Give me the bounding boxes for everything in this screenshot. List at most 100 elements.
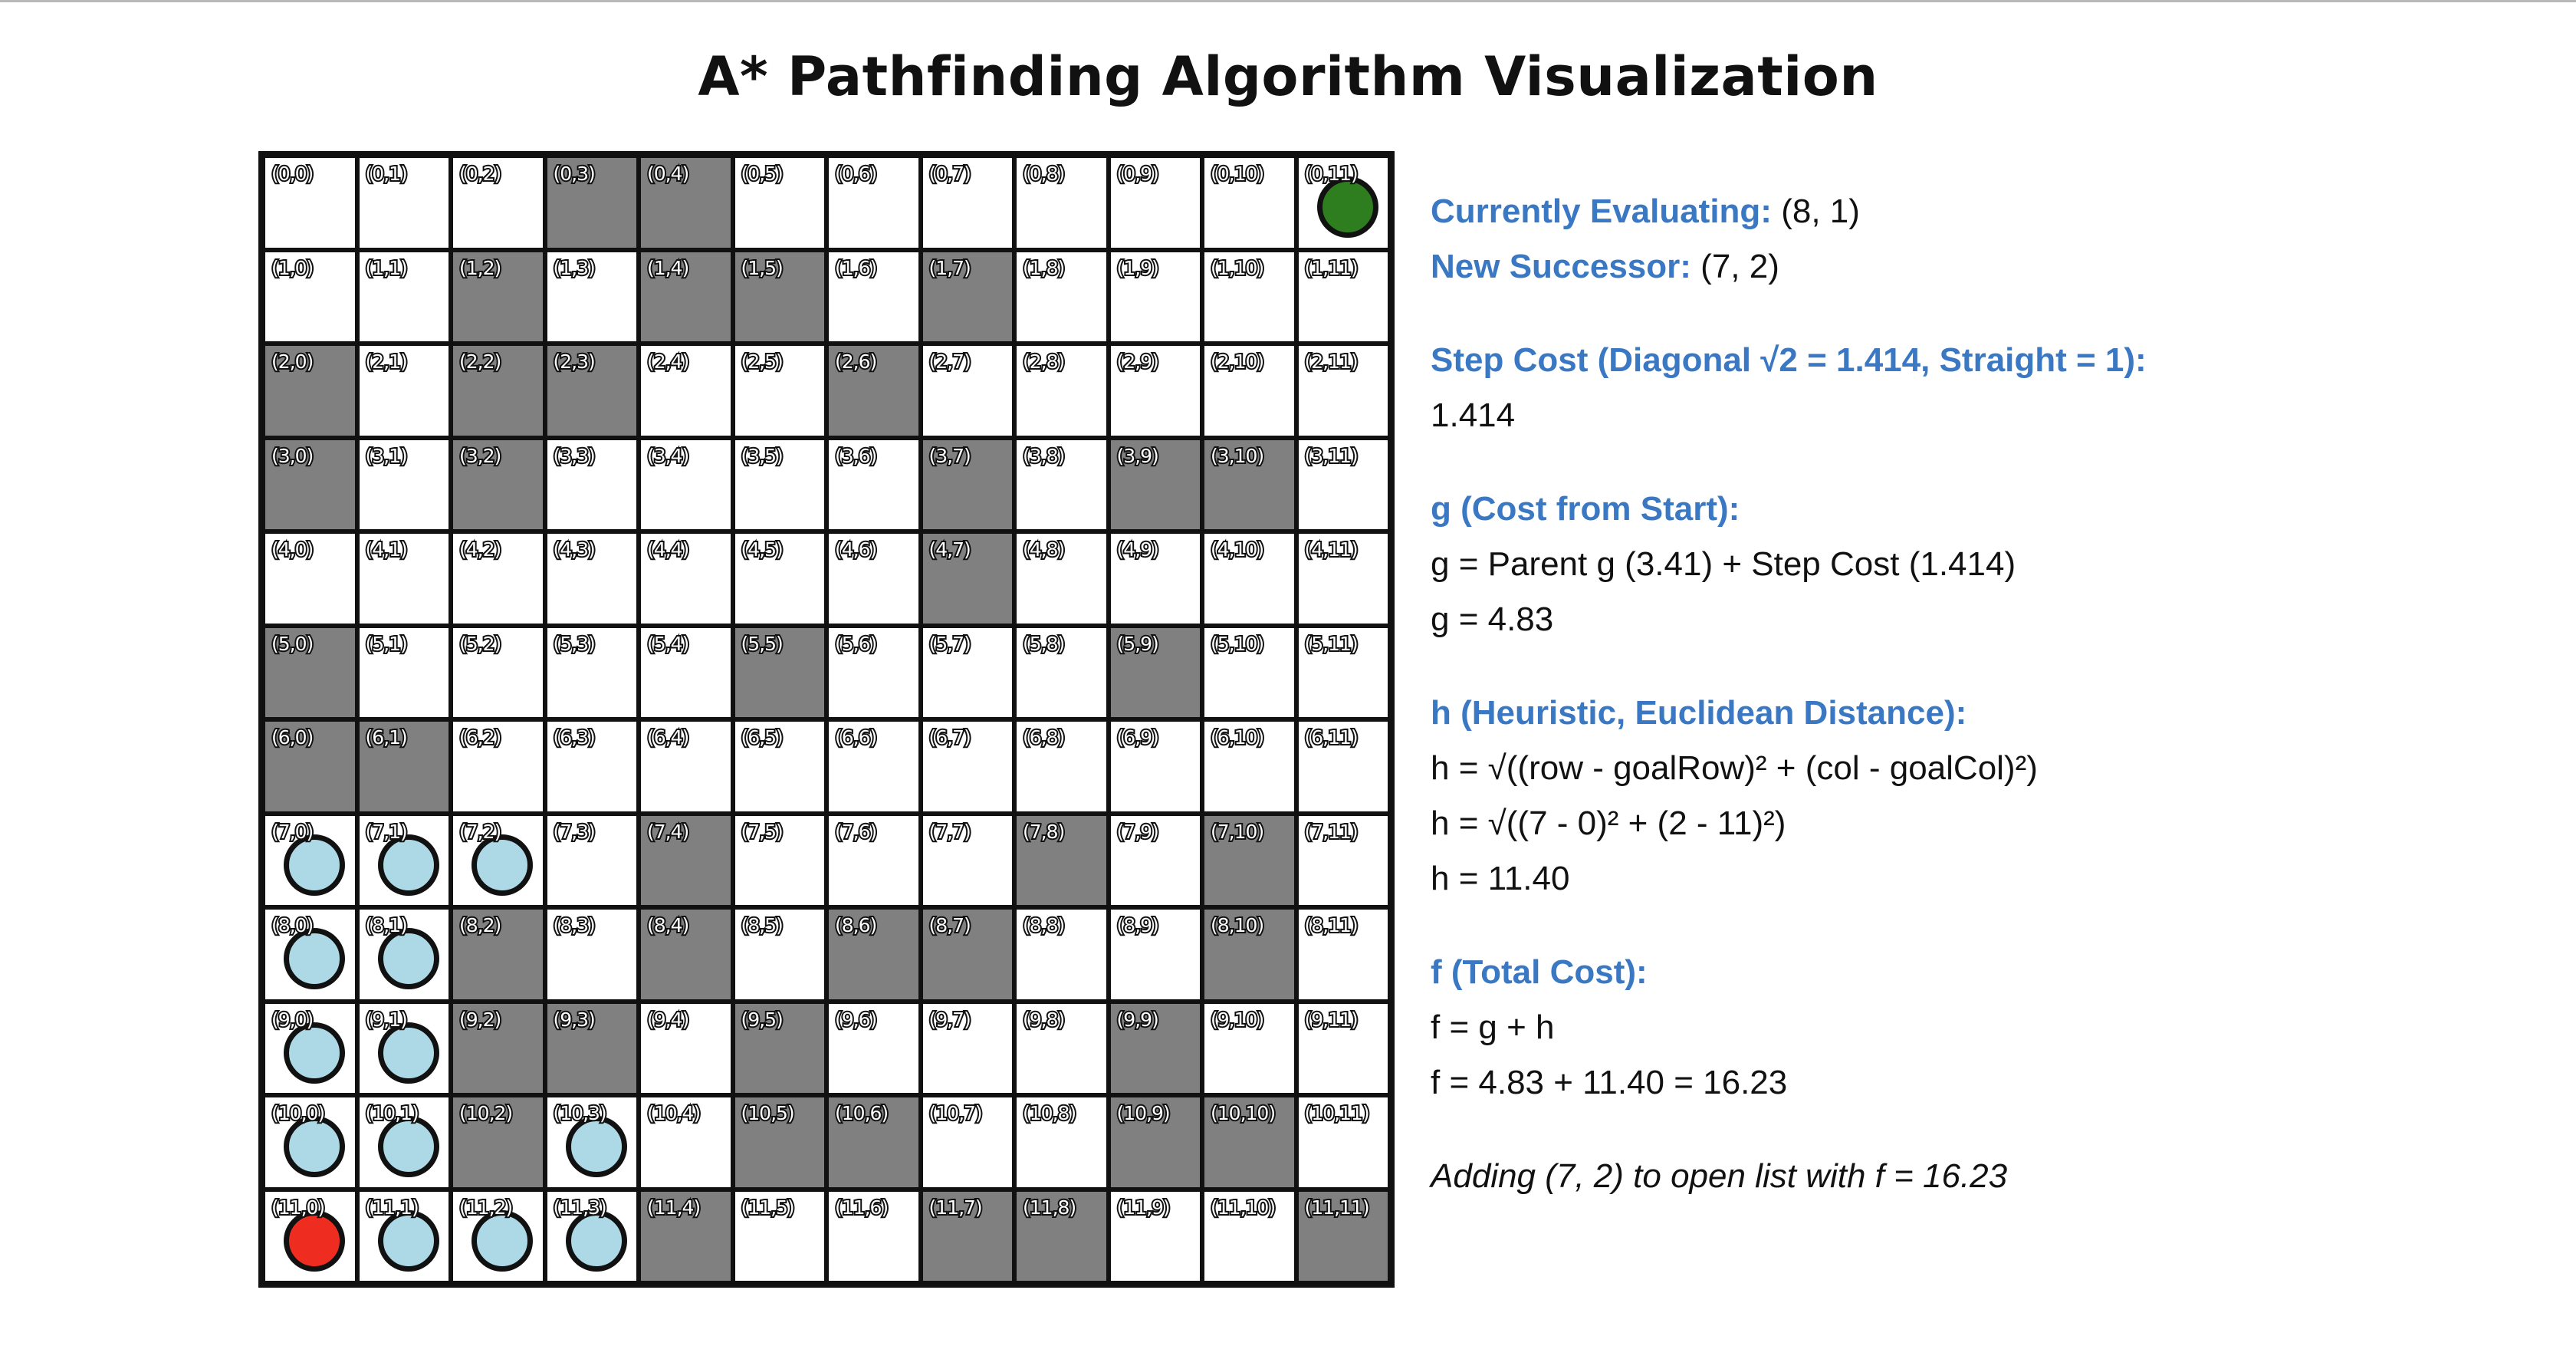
cell-coordinate-label: (3,0) <box>270 443 315 469</box>
grid-cell: (8,5) <box>732 907 826 1002</box>
grid-cell: (2,4) <box>639 344 733 438</box>
cell-coordinate-label: (5,5) <box>739 631 784 656</box>
grid-cell: (0,0) <box>263 156 357 250</box>
cell-coordinate-label: (11,0) <box>270 1195 327 1220</box>
cell-coordinate-label: (2,1) <box>363 349 409 374</box>
open-list-node <box>472 834 533 896</box>
grid-cell: (4,1) <box>356 531 451 626</box>
cell-coordinate-label: (7,1) <box>363 819 409 844</box>
grid-cell: (4,9) <box>1108 531 1202 626</box>
grid-cell: (1,1) <box>356 249 451 344</box>
grid-cell: (6,9) <box>1108 719 1202 814</box>
cell-coordinate-label: (2,6) <box>833 349 879 374</box>
grid-cell: (3,11) <box>1296 437 1390 531</box>
open-list-node <box>472 1209 533 1272</box>
grid-cell: (5,4) <box>639 625 733 719</box>
cell-coordinate-label: (4,10) <box>1209 537 1266 562</box>
grid-cell: (3,4) <box>639 437 733 531</box>
grid-cell: (7,1) <box>356 813 451 907</box>
grid-cell: (6,3) <box>544 719 639 814</box>
cell-coordinate-label: (6,9) <box>1115 725 1160 750</box>
cell-coordinate-label: (6,3) <box>551 725 596 750</box>
cell-coordinate-label: (0,10) <box>1209 161 1266 186</box>
cell-coordinate-label: (11,2) <box>458 1195 514 1220</box>
cell-coordinate-label: (2,4) <box>646 349 691 374</box>
cell-coordinate-label: (10,7) <box>927 1101 984 1126</box>
cell-coordinate-label: (6,10) <box>1209 725 1266 750</box>
grid-cell: (11,1) <box>356 1189 451 1283</box>
cell-coordinate-label: (1,11) <box>1303 255 1359 281</box>
grid-cell: (2,7) <box>920 344 1014 438</box>
cell-coordinate-label: (6,11) <box>1303 725 1359 750</box>
cell-coordinate-label: (3,5) <box>739 443 784 469</box>
cell-coordinate-label: (11,3) <box>551 1195 608 1220</box>
grid-cell: (3,7) <box>920 437 1014 531</box>
grid-cell: (5,3) <box>544 625 639 719</box>
grid-cell: (8,9) <box>1108 907 1202 1002</box>
cell-coordinate-label: (8,6) <box>833 913 879 938</box>
new-successor-row: New Successor: (7, 2) <box>1431 245 1779 288</box>
cell-coordinate-label: (9,7) <box>927 1007 972 1032</box>
grid-cell: (3,10) <box>1202 437 1296 531</box>
grid-cell: (10,6) <box>826 1095 921 1190</box>
grid-cell: (0,8) <box>1014 156 1109 250</box>
cell-coordinate-label: (10,10) <box>1209 1101 1277 1126</box>
grid-cell: (8,6) <box>826 907 921 1002</box>
open-list-node <box>377 1022 439 1084</box>
grid-cell: (1,5) <box>732 249 826 344</box>
grid-cell: (3,8) <box>1014 437 1109 531</box>
grid-cell: (11,7) <box>920 1189 1014 1283</box>
grid-cell: (11,5) <box>732 1189 826 1283</box>
cell-coordinate-label: (1,2) <box>458 255 503 281</box>
cell-coordinate-label: (11,1) <box>363 1195 420 1220</box>
cell-coordinate-label: (10,6) <box>833 1101 890 1126</box>
grid-cell: (10,4) <box>639 1095 733 1190</box>
grid-cell: (3,5) <box>732 437 826 531</box>
grid-cell: (10,9) <box>1108 1095 1202 1190</box>
grid-cell: (7,5) <box>732 813 826 907</box>
cell-coordinate-label: (9,1) <box>363 1007 409 1032</box>
grid-cell: (5,1) <box>356 625 451 719</box>
grid-cell: (0,1) <box>356 156 451 250</box>
grid-cell: (5,2) <box>451 625 545 719</box>
cell-coordinate-label: (0,2) <box>458 161 503 186</box>
grid-cell: (0,5) <box>732 156 826 250</box>
grid-cell: (6,4) <box>639 719 733 814</box>
grid-cell: (8,2) <box>451 907 545 1002</box>
grid-cell: (4,3) <box>544 531 639 626</box>
cell-coordinate-label: (3,10) <box>1209 443 1266 469</box>
cell-coordinate-label: (6,0) <box>270 725 315 750</box>
cell-coordinate-label: (0,1) <box>363 161 409 186</box>
cell-coordinate-label: (2,5) <box>739 349 784 374</box>
grid-cell: (11,8) <box>1014 1189 1109 1283</box>
cell-coordinate-label: (9,6) <box>833 1007 879 1032</box>
status-message: Adding (7, 2) to open list with f = 16.2… <box>1431 1157 2008 1195</box>
g-cost-formula: g = Parent g (3.41) + Step Cost (1.414) <box>1431 545 2016 583</box>
grid-cell: (5,5) <box>732 625 826 719</box>
step-cost-label: Step Cost (Diagonal √2 = 1.414, Straight… <box>1431 341 2147 379</box>
cell-coordinate-label: (4,7) <box>927 537 972 562</box>
top-divider <box>0 0 2576 2</box>
grid-cell: (10,7) <box>920 1095 1014 1190</box>
open-list-node <box>284 1116 345 1177</box>
cell-coordinate-label: (2,9) <box>1115 349 1160 374</box>
grid-cell: (2,5) <box>732 344 826 438</box>
grid-cell: (2,11) <box>1296 344 1390 438</box>
grid-cell: (9,2) <box>451 1001 545 1095</box>
f-cost-formula: f = g + h <box>1431 1009 1555 1046</box>
grid-cell: (7,6) <box>826 813 921 907</box>
grid-cell: (9,10) <box>1202 1001 1296 1095</box>
cell-coordinate-label: (5,11) <box>1303 631 1359 656</box>
cell-coordinate-label: (4,5) <box>739 537 784 562</box>
cell-coordinate-label: (7,8) <box>1021 819 1066 844</box>
cell-coordinate-label: (8,2) <box>458 913 503 938</box>
grid-cell: (1,10) <box>1202 249 1296 344</box>
h-cost-value: h = 11.40 <box>1431 860 1570 897</box>
grid-cell: (2,0) <box>263 344 357 438</box>
cell-coordinate-label: (2,3) <box>551 349 596 374</box>
grid-cell: (1,9) <box>1108 249 1202 344</box>
grid-cell: (10,10) <box>1202 1095 1296 1190</box>
grid-cell: (2,2) <box>451 344 545 438</box>
cell-coordinate-label: (4,9) <box>1115 537 1160 562</box>
cell-coordinate-label: (2,8) <box>1021 349 1066 374</box>
